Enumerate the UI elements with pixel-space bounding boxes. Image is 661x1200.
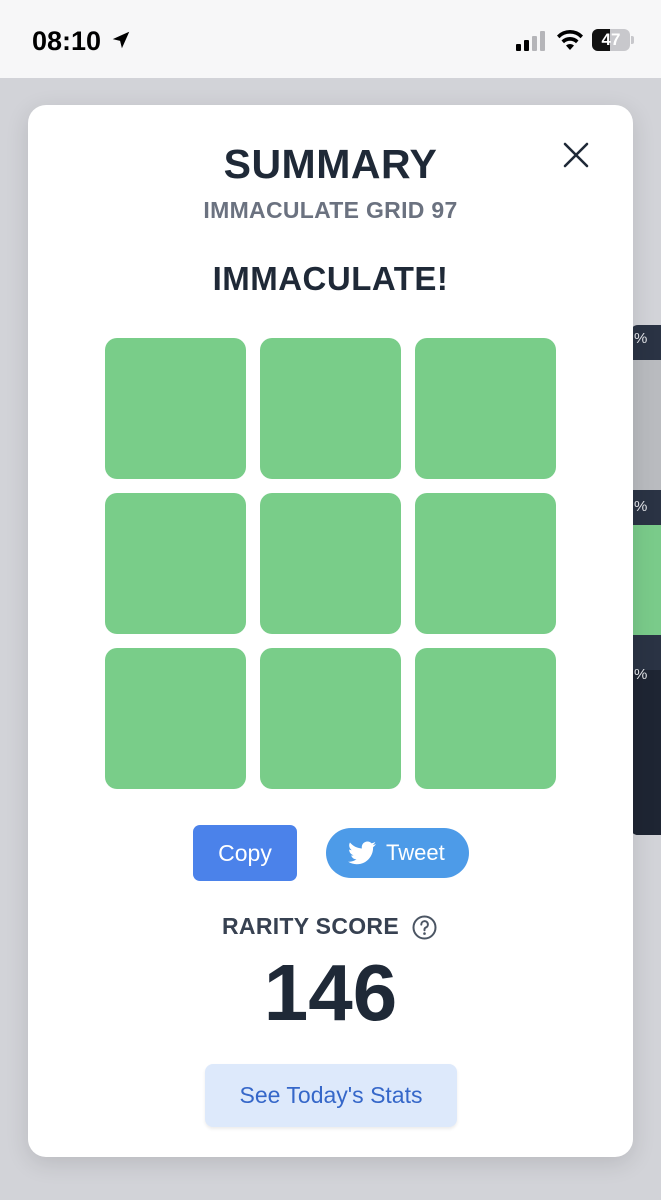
- grid-cell: [260, 493, 401, 634]
- grid-cell: [105, 493, 246, 634]
- modal-title: SUMMARY: [223, 141, 438, 187]
- tweet-label: Tweet: [386, 840, 445, 865]
- grid-cell: [105, 338, 246, 479]
- modal-subtitle: IMMACULATE GRID 97: [203, 197, 458, 223]
- see-todays-stats-button[interactable]: See Today's Stats: [205, 1064, 457, 1127]
- location-arrow-icon: [112, 31, 130, 49]
- cellular-signal-icon: [516, 31, 545, 51]
- grid-cell: [415, 493, 556, 634]
- battery-icon: 47: [592, 29, 634, 51]
- result-title: IMMACULATE!: [212, 260, 449, 297]
- help-icon[interactable]: [412, 915, 437, 940]
- twitter-icon: [348, 841, 376, 865]
- wifi-icon: [557, 29, 583, 50]
- background-percent-label: %: [634, 330, 648, 347]
- grid-cell: [260, 338, 401, 479]
- tweet-button[interactable]: Tweet: [326, 828, 469, 878]
- summary-modal: SUMMARY IMMACULATE GRID 97 IMMACULATE! C…: [28, 105, 633, 1157]
- grid-cell: [260, 648, 401, 789]
- rarity-score-label: RARITY SCORE: [222, 913, 399, 939]
- result-grid: [105, 338, 557, 790]
- grid-cell: [415, 648, 556, 789]
- status-time: 08:10: [32, 26, 102, 56]
- grid-cell: [415, 338, 556, 479]
- copy-button[interactable]: Copy: [193, 825, 297, 881]
- grid-cell: [105, 648, 246, 789]
- background-grid-edge: [630, 325, 661, 835]
- battery-level: 47: [601, 30, 621, 49]
- status-bar: 08:10 47: [0, 0, 661, 78]
- background-percent-label: %: [634, 498, 648, 515]
- rarity-score-value: 146: [263, 948, 398, 1037]
- background-percent-label: %: [634, 666, 648, 683]
